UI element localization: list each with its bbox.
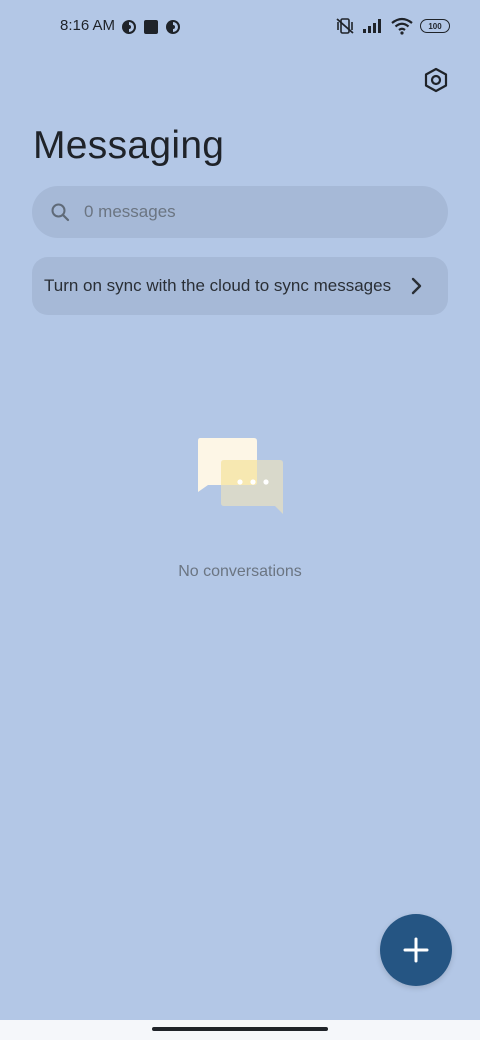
new-conversation-button[interactable] [380,914,452,986]
navigation-bar [0,1020,480,1040]
sync-banner[interactable]: Turn on sync with the cloud to sync mess… [32,257,448,315]
vibrate-off-icon [336,18,354,34]
wifi-icon [391,17,413,35]
search-bar[interactable] [32,186,448,238]
settings-button[interactable] [420,64,452,96]
status-left-icons [121,19,181,35]
empty-state-text: No conversations [178,563,302,580]
settings-icon [424,67,448,93]
battery-icon: 100 [420,19,450,33]
search-icon [51,203,70,222]
battery-level: 100 [428,21,442,31]
app-notification-icon [166,20,180,34]
chevron-right-icon [411,277,422,295]
square-notification-icon [144,20,158,34]
signal-icon [363,19,381,33]
home-indicator[interactable] [152,1027,328,1031]
sync-banner-text: Turn on sync with the cloud to sync mess… [44,276,392,295]
plus-icon [403,937,429,963]
status-right-icons: 100 [335,17,450,35]
app-notification-icon [122,20,136,34]
status-bar: 8:16 AM 100 [0,0,480,56]
search-input[interactable] [82,201,406,223]
chat-bubbles-icon [198,438,283,514]
page-title: Messaging [33,124,225,167]
status-time: 8:16 AM [60,17,116,34]
sync-banner-text-container: Turn on sync with the cloud to sync mess… [32,276,394,296]
